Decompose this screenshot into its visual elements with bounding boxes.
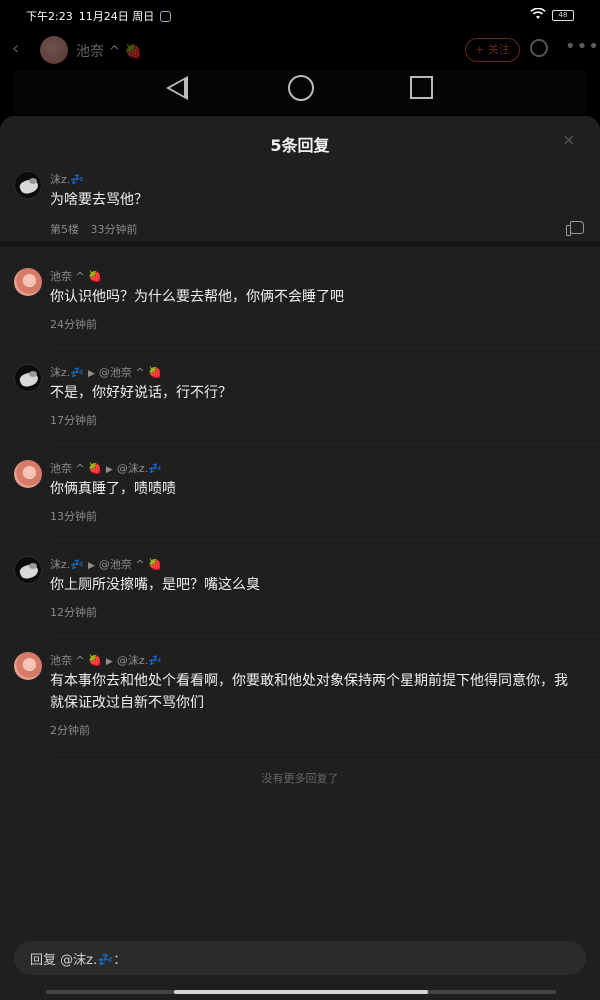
comment-author[interactable]: 沫z.💤 (50, 171, 84, 187)
reply-text[interactable]: 你上厕所没擦嘴，是吧？嘴这么臭 (50, 574, 580, 596)
reply-item: 沫z.💤 ▶ @池奈 ^ 🍓 不是，你好好说话，行不行？ 17分钟前 (0, 364, 600, 434)
reply-time: 2分钟前 (50, 724, 90, 737)
sheet-title: 5条回复 (270, 136, 330, 155)
reply-time: 12分钟前 (50, 606, 97, 619)
status-bar: 下午2:23 11月24日 周日 48 (0, 0, 600, 30)
reply-target[interactable]: @沫z.💤 (117, 654, 162, 667)
reply-item: 池奈 ^ 🍓 ▶ @沫z.💤 你俩真睡了，啧啧啧 13分钟前 (0, 460, 600, 530)
divider (50, 635, 600, 636)
post-header: ‹ 池奈 ^ 🍓 + 关注 ••• (0, 30, 600, 70)
reply-arrow-icon: ▶ (87, 369, 95, 379)
battery-icon: 48 (552, 10, 574, 21)
comment-time: 33分钟前 (90, 223, 138, 236)
reply-time: 17分钟前 (50, 414, 97, 427)
reply-arrow-icon: ▶ (105, 657, 113, 667)
avatar[interactable] (14, 171, 42, 199)
back-icon[interactable]: ‹ (12, 38, 19, 59)
reply-target[interactable]: @池奈 ^ 🍓 (99, 558, 162, 571)
reply-meta: 沫z.💤 ▶ @池奈 ^ 🍓 (50, 364, 162, 380)
no-more-replies: 没有更多回复了 (261, 772, 339, 785)
replies-sheet: 5条回复 × 沫z.💤 为啥要去骂他？ 第5楼 33分钟前 池奈 ^ 🍓 你认识… (0, 116, 600, 1000)
reply-target[interactable]: @沫z.💤 (117, 462, 162, 475)
reply-text[interactable]: 不是，你好好说话，行不行？ (50, 382, 580, 404)
reply-arrow-icon: ▶ (87, 561, 95, 571)
divider (50, 754, 600, 755)
gesture-bar[interactable] (46, 990, 556, 994)
reply-meta: 池奈 ^ 🍓 ▶ @沫z.💤 (50, 652, 162, 668)
divider (50, 443, 600, 444)
reply-text[interactable]: 有本事你去和他处个看看啊，你要敢和他处对象保持两个星期前提下他得同意你，我就保证… (50, 670, 580, 714)
reply-text[interactable]: 你认识他吗？为什么要去帮他，你俩不会睡了吧 (50, 286, 580, 308)
comment-meta: 第5楼 33分钟前 (50, 221, 138, 237)
author-avatar[interactable] (40, 36, 68, 64)
reply-item: 池奈 ^ 🍓 ▶ @沫z.💤 有本事你去和他处个看看啊，你要敢和他处对象保持两个星期… (0, 652, 600, 748)
reply-time: 24分钟前 (50, 318, 97, 331)
reply-item: 池奈 ^ 🍓 你认识他吗？为什么要去帮他，你俩不会睡了吧 24分钟前 (0, 268, 600, 338)
reply-meta: 池奈 ^ 🍓 ▶ @沫z.💤 (50, 460, 162, 476)
nav-home-icon[interactable] (288, 75, 314, 101)
status-date: 11月24日 周日 (78, 10, 155, 23)
reply-author[interactable]: 池奈 ^ 🍓 (50, 462, 102, 475)
reply-author[interactable]: 池奈 ^ 🍓 (50, 268, 102, 284)
reply-time: 13分钟前 (50, 510, 97, 523)
close-icon[interactable]: × (562, 130, 575, 149)
wifi-icon (530, 7, 546, 23)
avatar[interactable] (14, 460, 42, 488)
reply-input-placeholder: 回复 @沫z.💤： (30, 953, 127, 968)
follow-button[interactable]: + 关注 (465, 38, 520, 62)
reply-text[interactable]: 你俩真睡了，啧啧啧 (50, 478, 580, 500)
author-name[interactable]: 池奈 ^ 🍓 (76, 41, 142, 61)
like-icon[interactable] (566, 221, 584, 236)
section-divider (0, 241, 600, 247)
nav-back-icon[interactable] (166, 76, 188, 100)
avatar[interactable] (14, 268, 42, 296)
avatar[interactable] (14, 652, 42, 680)
divider (50, 347, 600, 348)
reply-author[interactable]: 池奈 ^ 🍓 (50, 654, 102, 667)
gesture-handle[interactable] (174, 990, 428, 994)
reply-input[interactable]: 回复 @沫z.💤： (14, 941, 586, 975)
navigation-bar (14, 70, 586, 114)
reply-target[interactable]: @池奈 ^ 🍓 (99, 366, 162, 379)
status-time: 下午2:23 (26, 10, 73, 23)
avatar[interactable] (14, 364, 42, 392)
more-icon[interactable]: ••• (565, 36, 600, 57)
reply-meta: 沫z.💤 ▶ @池奈 ^ 🍓 (50, 556, 162, 572)
nav-recents-icon[interactable] (410, 76, 433, 99)
floor-number: 第5楼 (50, 223, 79, 236)
reply-author[interactable]: 沫z.💤 (50, 558, 84, 571)
original-comment: 沫z.💤 为啥要去骂他？ 第5楼 33分钟前 (0, 171, 600, 241)
share-icon[interactable] (530, 39, 548, 57)
avatar[interactable] (14, 556, 42, 584)
app-notification-icon (160, 10, 172, 22)
comment-text[interactable]: 为啥要去骂他？ (50, 189, 580, 211)
reply-arrow-icon: ▶ (105, 465, 113, 475)
reply-author[interactable]: 沫z.💤 (50, 366, 84, 379)
divider (50, 539, 600, 540)
reply-item: 沫z.💤 ▶ @池奈 ^ 🍓 你上厕所没擦嘴，是吧？嘴这么臭 12分钟前 (0, 556, 600, 626)
